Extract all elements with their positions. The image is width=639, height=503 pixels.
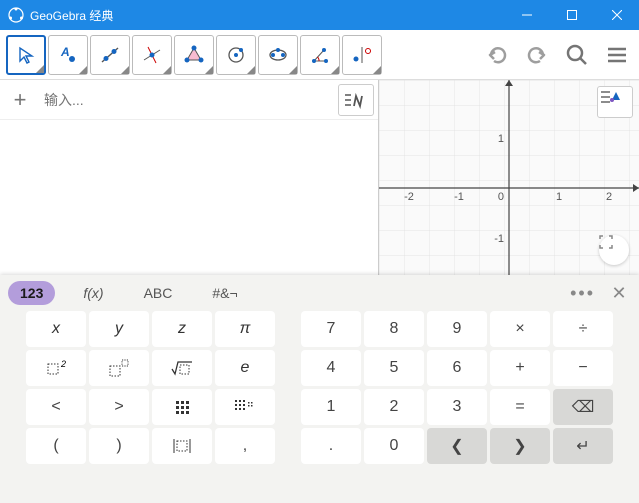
key-4[interactable]: 4 <box>301 350 361 386</box>
svg-text:A: A <box>60 45 70 59</box>
kb-tab-abc[interactable]: ABC <box>132 281 185 305</box>
key-8[interactable]: 8 <box>364 311 424 347</box>
svg-text:-1: -1 <box>494 233 504 245</box>
maximize-button[interactable] <box>549 0 594 30</box>
algebra-input[interactable] <box>40 92 338 108</box>
kb-tab-functions[interactable]: f(x) <box>71 281 115 305</box>
tool-ellipse[interactable] <box>258 35 298 75</box>
window-title: GeoGebra 经典 <box>30 7 504 24</box>
key-right[interactable]: ❯ <box>490 428 550 464</box>
key-minus[interactable]: − <box>553 350 613 386</box>
tool-polygon[interactable] <box>174 35 214 75</box>
svg-text:2: 2 <box>60 359 66 369</box>
search-button[interactable] <box>561 39 593 71</box>
key-power[interactable] <box>89 350 149 386</box>
virtual-keyboard: 123 f(x) ABC #&¬ ••• ✕ x y z π 7 8 9 × ÷… <box>0 275 639 503</box>
key-lparen[interactable]: ( <box>26 428 86 464</box>
tool-reflect[interactable] <box>342 35 382 75</box>
key-3[interactable]: 3 <box>427 389 487 425</box>
key-gt[interactable]: > <box>89 389 149 425</box>
key-plus[interactable]: + <box>490 350 550 386</box>
key-6[interactable]: 6 <box>427 350 487 386</box>
tool-point[interactable]: A <box>48 35 88 75</box>
tool-move[interactable] <box>6 35 46 75</box>
svg-text:0: 0 <box>498 191 504 203</box>
add-input-button[interactable]: + <box>0 87 40 113</box>
symbolic-toggle[interactable] <box>338 84 374 116</box>
kb-tab-numeric[interactable]: 123 <box>8 281 55 305</box>
key-e[interactable]: e <box>215 350 275 386</box>
key-7[interactable]: 7 <box>301 311 361 347</box>
redo-button[interactable] <box>521 39 553 71</box>
key-comma[interactable]: , <box>215 428 275 464</box>
close-button[interactable] <box>594 0 639 30</box>
tool-angle[interactable] <box>300 35 340 75</box>
key-sqrt[interactable] <box>152 350 212 386</box>
key-equals[interactable]: = <box>490 389 550 425</box>
svg-text:1: 1 <box>556 191 562 203</box>
menu-button[interactable] <box>601 39 633 71</box>
key-lt[interactable]: < <box>26 389 86 425</box>
kb-close-button[interactable]: ✕ <box>607 283 631 304</box>
fullscreen-button[interactable] <box>599 235 629 265</box>
key-x[interactable]: x <box>26 311 86 347</box>
key-2[interactable]: 2 <box>364 389 424 425</box>
graphics-style-button[interactable] <box>597 86 633 118</box>
tool-circle[interactable] <box>216 35 256 75</box>
key-pi[interactable]: π <box>215 311 275 347</box>
algebra-view: + <box>0 80 379 275</box>
key-1[interactable]: 1 <box>301 389 361 425</box>
svg-text:2: 2 <box>606 191 612 203</box>
key-left[interactable]: ❮ <box>427 428 487 464</box>
key-multiply[interactable]: × <box>490 311 550 347</box>
key-rparen[interactable]: ) <box>89 428 149 464</box>
key-vector[interactable] <box>152 428 212 464</box>
key-divide[interactable]: ÷ <box>553 311 613 347</box>
key-9[interactable]: 9 <box>427 311 487 347</box>
minimize-button[interactable] <box>504 0 549 30</box>
key-y[interactable]: y <box>89 311 149 347</box>
tool-line[interactable] <box>90 35 130 75</box>
key-dot[interactable]: . <box>301 428 361 464</box>
svg-text:-1: -1 <box>454 191 464 203</box>
graphics-view[interactable]: -2 -1 0 1 2 1 -1 <box>379 80 639 275</box>
kb-more-button[interactable]: ••• <box>570 283 595 304</box>
key-matrix-small[interactable] <box>152 389 212 425</box>
tool-perpendicular[interactable] <box>132 35 172 75</box>
app-icon <box>8 7 24 23</box>
main-area: + -2 -1 0 1 2 1 -1 <box>0 80 639 275</box>
key-enter[interactable]: ↵ <box>553 428 613 464</box>
title-bar: GeoGebra 经典 <box>0 0 639 30</box>
key-square[interactable]: 2 <box>26 350 86 386</box>
svg-text:-2: -2 <box>404 191 414 203</box>
key-z[interactable]: z <box>152 311 212 347</box>
key-backspace[interactable]: ⌫ <box>553 389 613 425</box>
key-matrix-large[interactable] <box>215 389 275 425</box>
key-5[interactable]: 5 <box>364 350 424 386</box>
toolbar: A <box>0 30 639 80</box>
kb-tab-symbols[interactable]: #&¬ <box>200 281 249 305</box>
svg-text:1: 1 <box>498 133 504 145</box>
key-0[interactable]: 0 <box>364 428 424 464</box>
undo-button[interactable] <box>481 39 513 71</box>
